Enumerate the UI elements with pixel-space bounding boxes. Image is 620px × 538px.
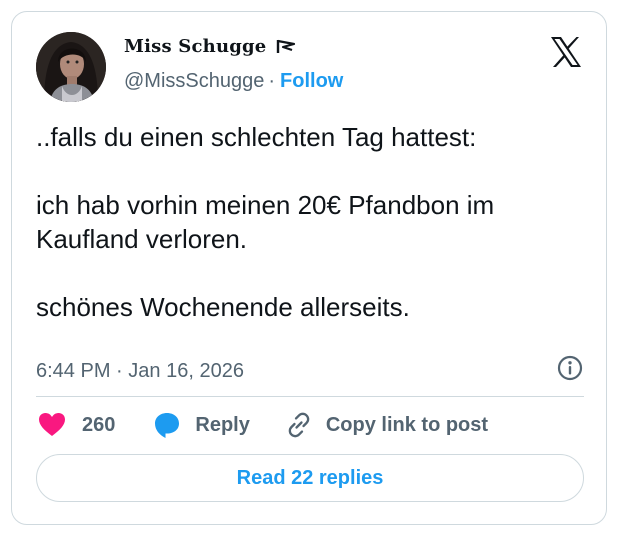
tweet-timestamp[interactable]: 6:44 PM · Jan 16, 2026	[36, 360, 244, 383]
info-icon[interactable]	[556, 354, 584, 382]
like-count: 260	[82, 413, 116, 436]
flag-emblem-icon	[276, 39, 296, 53]
handle-row: @MissSchugge · Follow	[124, 70, 343, 93]
separator-dot: ·	[268, 70, 276, 92]
reply-label: Reply	[195, 413, 250, 436]
x-logo-icon[interactable]	[548, 34, 584, 70]
handle[interactable]: @MissSchugge	[124, 70, 264, 92]
like-button[interactable]: 260	[38, 412, 115, 438]
copy-link-label: Copy link to post	[325, 413, 489, 436]
tweet-date: Jan 16, 2026	[128, 360, 244, 382]
heart-icon	[39, 413, 65, 436]
reply-bubble-icon	[155, 413, 180, 438]
reply-button[interactable]: Reply	[153, 411, 250, 439]
tweet-text: ..falls du einen schlechten Tag hattest:…	[36, 122, 495, 322]
divider	[36, 396, 584, 397]
display-name[interactable]: Miss Schugge	[124, 36, 297, 57]
copy-link-button[interactable]: Copy link to post	[284, 410, 488, 440]
timestamp-separator: ·	[116, 360, 123, 382]
avatar-photo	[36, 32, 106, 102]
read-replies-button[interactable]: Read 22 replies	[36, 454, 584, 502]
tweet-time: 6:44 PM	[36, 360, 111, 382]
link-icon	[288, 412, 310, 438]
follow-button[interactable]: Follow	[280, 70, 343, 92]
avatar[interactable]	[36, 32, 106, 102]
tweet-card: Miss Schugge @MissSchugge · Follow ..falls…	[11, 11, 607, 525]
action-bar: 260 Reply Copy link to post	[38, 410, 488, 440]
display-name-text: Miss Schugge	[124, 36, 267, 57]
read-replies-label: Read 22 replies	[236, 466, 384, 489]
